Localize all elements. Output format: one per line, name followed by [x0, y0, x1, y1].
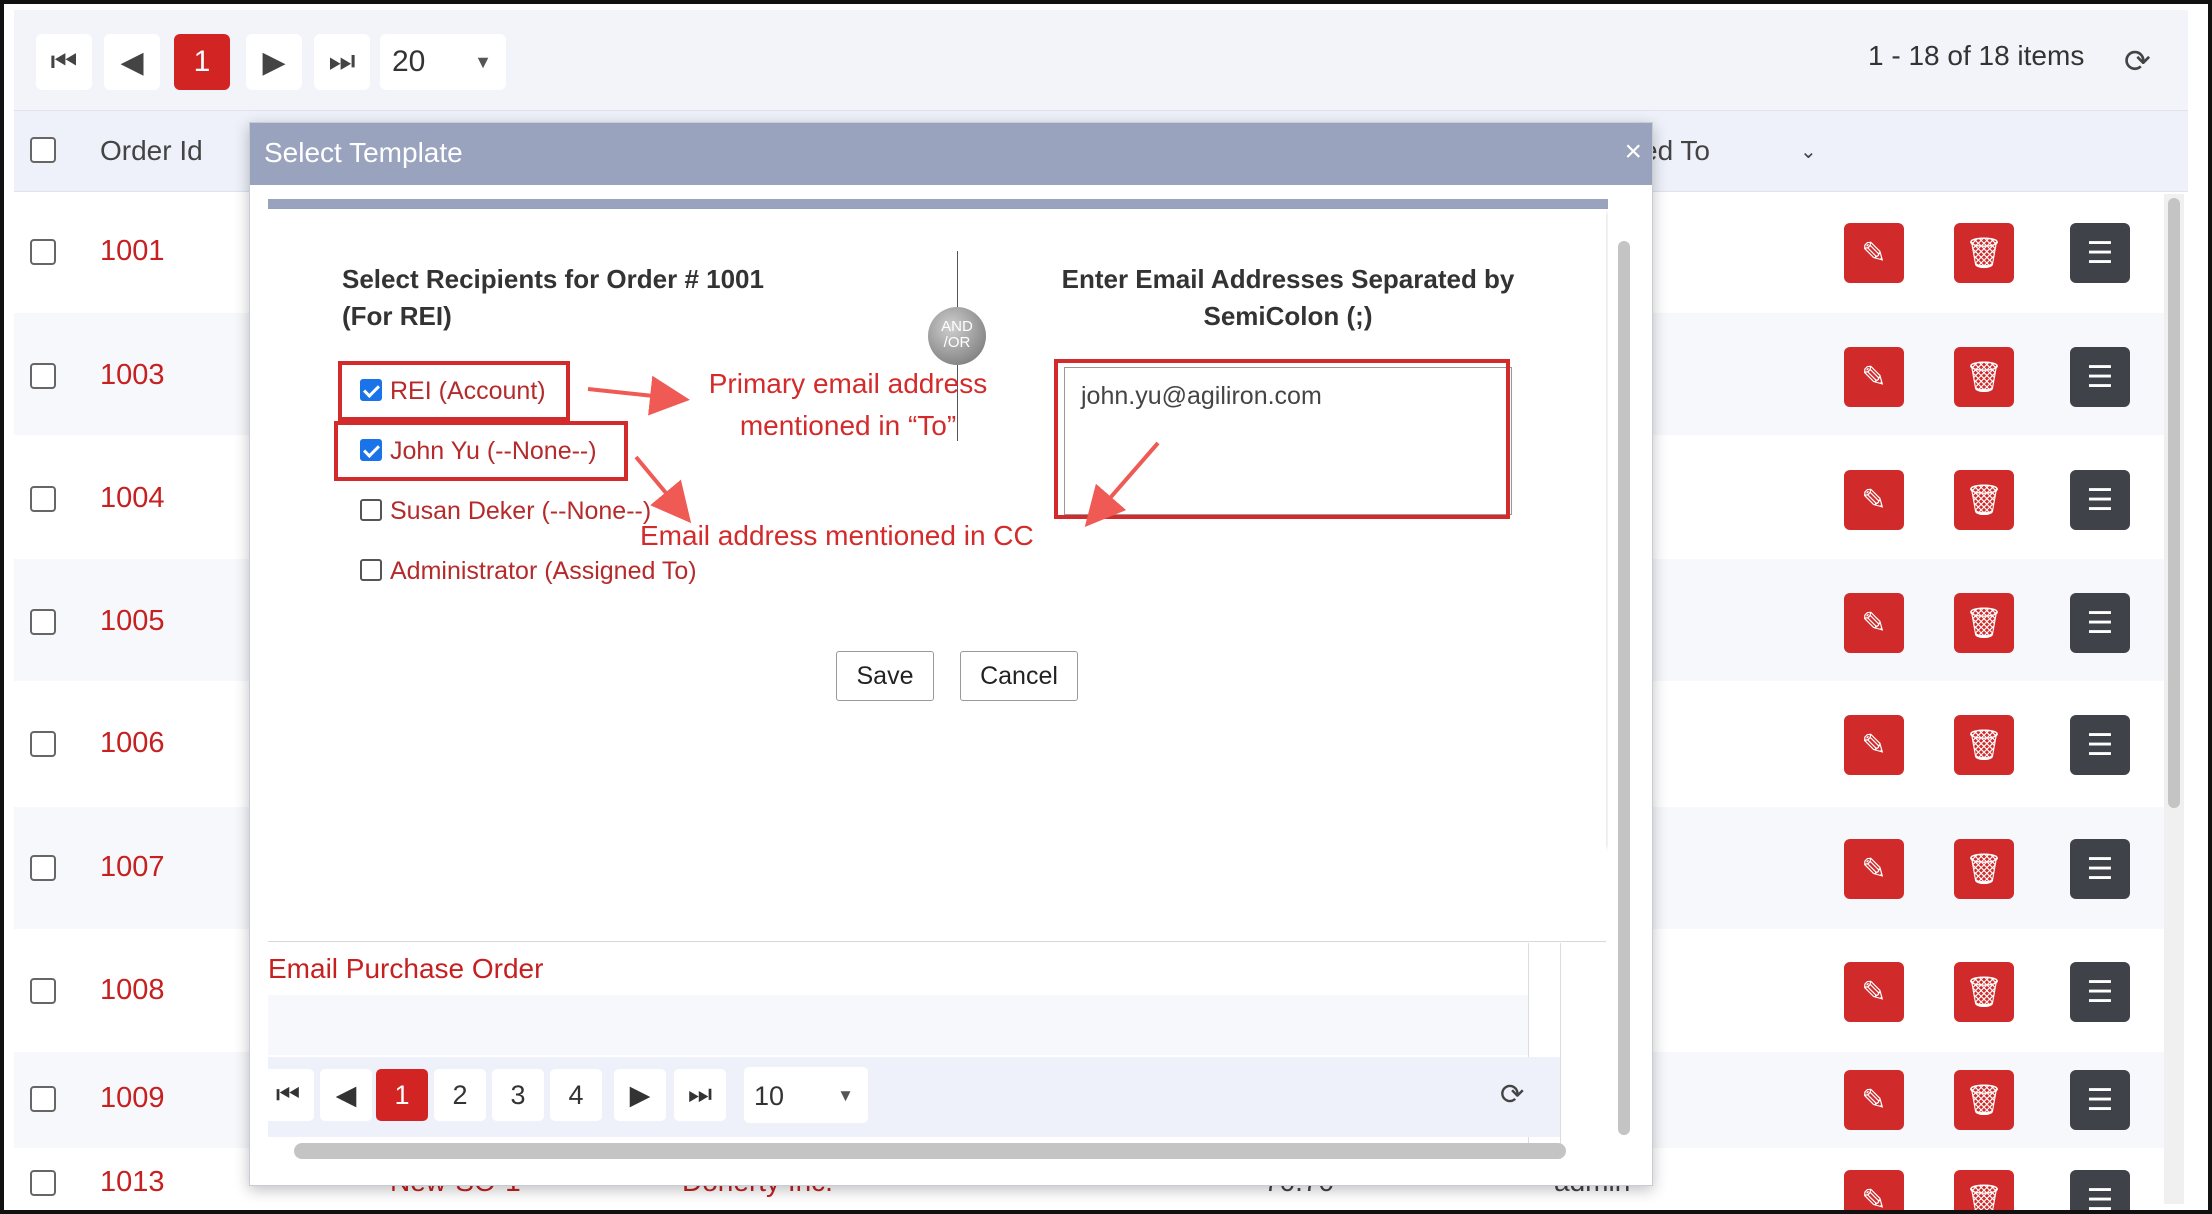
inner-title-bar: [268, 199, 1608, 209]
edit-icon[interactable]: ✎: [1844, 1170, 1904, 1210]
trash-icon[interactable]: 🗑: [1954, 839, 2014, 899]
row-checkbox[interactable]: [30, 239, 56, 265]
trash-icon[interactable]: 🗑: [1954, 347, 2014, 407]
page-size-value: 20: [392, 45, 426, 78]
inner-page-size-select[interactable]: 10 ▼: [744, 1067, 868, 1123]
chevron-down-icon: ▼: [837, 1086, 854, 1105]
close-icon[interactable]: ×: [1624, 135, 1642, 169]
dialog-body: Select Recipients for Order # 1001 (For …: [268, 199, 1608, 1159]
first-page-icon[interactable]: ⏮: [36, 34, 92, 90]
order-id-link[interactable]: 1009: [100, 1082, 165, 1115]
dialog-horizontal-scrollbar[interactable]: [294, 1143, 1566, 1159]
row-checkbox[interactable]: [30, 1086, 56, 1112]
order-id-link[interactable]: 1001: [100, 235, 165, 268]
order-id-link[interactable]: 1013: [100, 1166, 165, 1199]
edit-icon[interactable]: ✎: [1844, 1070, 1904, 1130]
inner-pager: ⏮ ◀ 1 2 3 4 ▶ ⏭ 10 ▼ ⟳: [268, 1057, 1560, 1137]
page-2-button[interactable]: 2: [434, 1069, 486, 1121]
email-purchase-order-link[interactable]: Email Purchase Order: [268, 953, 543, 985]
next-page-icon[interactable]: ▶: [246, 34, 302, 90]
dialog-vertical-scrollbar[interactable]: [1612, 199, 1636, 1159]
save-button[interactable]: Save: [836, 651, 934, 701]
edit-icon[interactable]: ✎: [1844, 593, 1904, 653]
order-id-link[interactable]: 1005: [100, 605, 165, 638]
page-1-button[interactable]: 1: [376, 1069, 428, 1121]
page-1-button[interactable]: 1: [174, 34, 230, 90]
menu-icon[interactable]: ☰: [2070, 223, 2130, 283]
menu-icon[interactable]: ☰: [2070, 1170, 2130, 1210]
first-page-icon[interactable]: ⏮: [268, 1069, 314, 1121]
row-checkbox[interactable]: [30, 486, 56, 512]
row-checkbox[interactable]: [30, 731, 56, 757]
arrow-to-rei: [587, 375, 690, 416]
menu-icon[interactable]: ☰: [2070, 715, 2130, 775]
menu-icon[interactable]: ☰: [2070, 593, 2130, 653]
arrow-to-email: [1084, 441, 1160, 528]
arrow-to-john: [634, 455, 692, 524]
select-template-dialog: Select Template × Select Recipients for …: [249, 122, 1653, 1186]
prev-page-icon[interactable]: ◀: [104, 34, 160, 90]
edit-icon[interactable]: ✎: [1844, 839, 1904, 899]
edit-icon[interactable]: ✎: [1844, 962, 1904, 1022]
refresh-icon[interactable]: ⟳: [2124, 42, 2151, 80]
order-id-link[interactable]: 1007: [100, 851, 165, 884]
inner-page-size-value: 10: [754, 1081, 785, 1111]
chevron-down-icon: ▼: [474, 52, 492, 72]
page-size-select[interactable]: 20 ▼: [380, 34, 506, 90]
scrollbar-thumb[interactable]: [2168, 198, 2180, 808]
select-all-checkbox[interactable]: [30, 137, 56, 163]
edit-icon[interactable]: ✎: [1844, 470, 1904, 530]
prev-page-icon[interactable]: ◀: [320, 1069, 372, 1121]
items-count: 1 - 18 of 18 items: [1868, 40, 2085, 71]
trash-icon[interactable]: 🗑: [1954, 470, 2014, 530]
recipients-panel: Select Recipients for Order # 1001 (For …: [268, 209, 1606, 845]
list-item[interactable]: Email Purchase Order: [268, 943, 1528, 995]
page-3-button[interactable]: 3: [492, 1069, 544, 1121]
page-4-button[interactable]: 4: [550, 1069, 602, 1121]
menu-icon[interactable]: ☰: [2070, 470, 2130, 530]
edit-icon[interactable]: ✎: [1844, 223, 1904, 283]
order-id-link[interactable]: 1008: [100, 974, 165, 1007]
inner-lower-panel: [268, 845, 1606, 942]
menu-icon[interactable]: ☰: [2070, 962, 2130, 1022]
row-checkbox[interactable]: [30, 609, 56, 635]
edit-icon[interactable]: ✎: [1844, 715, 1904, 775]
order-id-link[interactable]: 1003: [100, 359, 165, 392]
row-checkbox[interactable]: [30, 1170, 56, 1196]
top-pager: ⏮ ◀ 1 ▶ ⏭ 20 ▼ 1 - 18 of 18 items ⟳: [14, 10, 2188, 110]
column-menu-chevron-icon[interactable]: ⌄: [1800, 139, 1817, 164]
menu-icon[interactable]: ☰: [2070, 1070, 2130, 1130]
trash-icon[interactable]: 🗑: [1954, 715, 2014, 775]
refresh-icon[interactable]: ⟳: [1500, 1077, 1524, 1112]
annotation-arrows: [587, 375, 1160, 528]
cancel-button[interactable]: Cancel: [960, 651, 1078, 701]
last-page-icon[interactable]: ⏭: [674, 1069, 726, 1121]
next-page-icon[interactable]: ▶: [614, 1069, 666, 1121]
trash-icon[interactable]: 🗑: [1954, 962, 2014, 1022]
order-id-link[interactable]: 1004: [100, 482, 165, 515]
order-id-link[interactable]: 1006: [100, 727, 165, 760]
trash-icon[interactable]: 🗑: [1954, 1170, 2014, 1210]
trash-icon[interactable]: 🗑: [1954, 1070, 2014, 1130]
row-checkbox[interactable]: [30, 363, 56, 389]
menu-icon[interactable]: ☰: [2070, 347, 2130, 407]
row-checkbox[interactable]: [30, 855, 56, 881]
grid-vertical-scrollbar[interactable]: [2164, 194, 2184, 1204]
row-checkbox[interactable]: [30, 978, 56, 1004]
list-item: [268, 995, 1528, 1055]
column-order-id[interactable]: Order Id: [100, 135, 203, 167]
trash-icon[interactable]: 🗑: [1954, 223, 2014, 283]
dialog-title: Select Template: [264, 137, 463, 168]
dialog-title-bar[interactable]: Select Template ×: [250, 123, 1652, 185]
scrollbar-thumb[interactable]: [1618, 241, 1630, 1135]
edit-icon[interactable]: ✎: [1844, 347, 1904, 407]
template-grid: Email Purchase Order ⏮ ◀ 1 2 3 4 ▶ ⏭ 10 …: [268, 943, 1561, 1159]
last-page-icon[interactable]: ⏭: [314, 34, 370, 90]
menu-icon[interactable]: ☰: [2070, 839, 2130, 899]
trash-icon[interactable]: 🗑: [1954, 593, 2014, 653]
